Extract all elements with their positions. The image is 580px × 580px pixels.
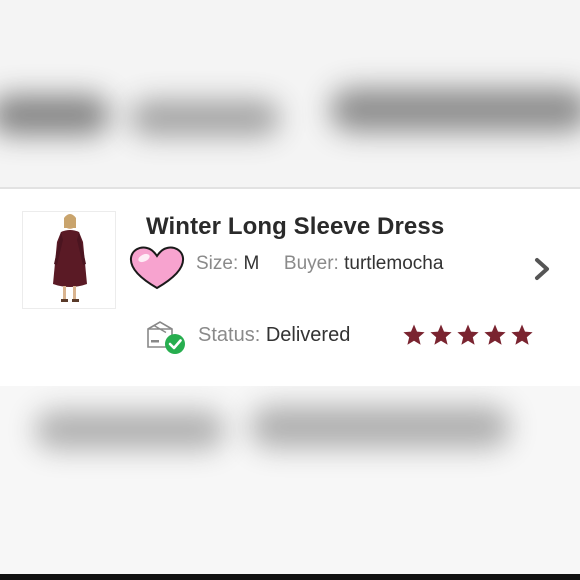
blurred-header: [0, 0, 580, 188]
order-meta: Size: M Buyer: turtlemocha: [196, 253, 443, 275]
size-value: M: [243, 253, 260, 274]
blurred-content: [330, 88, 580, 132]
blurred-content: [250, 406, 510, 448]
product-title[interactable]: Winter Long Sleeve Dress: [146, 213, 444, 241]
blurred-content: [130, 100, 280, 136]
star-icon: [457, 324, 479, 345]
order-row[interactable]: Winter Long Sleeve Dress Size: M Buyer: …: [0, 189, 580, 386]
chevron-right-icon[interactable]: [531, 256, 553, 282]
buyer-value: turtlemocha: [344, 253, 444, 274]
star-icon: [430, 324, 452, 345]
buyer-label: Buyer:: [283, 253, 339, 274]
product-thumbnail[interactable]: [22, 211, 116, 309]
star-icon: [484, 324, 506, 345]
size-label: Size:: [196, 253, 239, 274]
blurred-content: [35, 411, 225, 449]
order-status: Status: Delivered: [198, 324, 350, 347]
blurred-content: [0, 95, 110, 135]
rating-stars: [402, 323, 534, 347]
delivered-box-icon: [147, 321, 185, 354]
blurred-footer: [0, 386, 580, 580]
star-icon: [511, 324, 533, 345]
star-icon: [403, 324, 425, 345]
heart-icon[interactable]: [128, 245, 186, 291]
status-value: Delivered: [265, 324, 351, 346]
bottom-edge: [0, 574, 580, 580]
status-label: Status:: [198, 324, 261, 346]
